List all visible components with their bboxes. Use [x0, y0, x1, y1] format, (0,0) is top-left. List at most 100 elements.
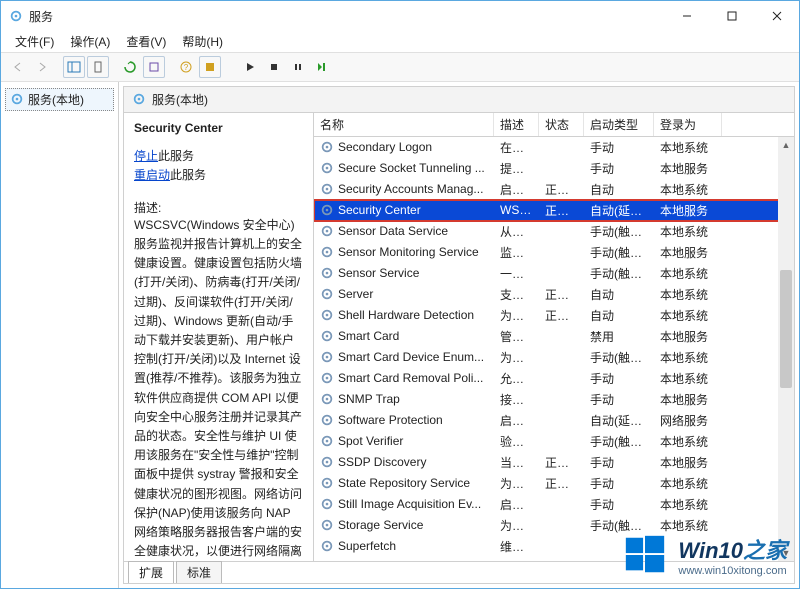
service-row[interactable]: SNMP Trap接收...手动本地服务 [314, 389, 794, 410]
service-startup: 自动(延迟... [584, 202, 654, 219]
right-header-title: 服务(本地) [152, 91, 208, 108]
service-name: Security Accounts Manag... [338, 182, 483, 196]
scroll-down-icon[interactable]: ▼ [778, 545, 794, 561]
back-button[interactable] [7, 56, 29, 78]
service-desc: 管理... [494, 328, 539, 345]
service-logon: 本地系统 [654, 181, 722, 198]
service-logon: 本地系统 [654, 307, 722, 324]
service-row[interactable]: Secure Socket Tunneling ...提供...手动本地服务 [314, 158, 794, 179]
gear-icon [10, 92, 24, 106]
service-row[interactable]: State Repository Service为应...正在...手动本地系统 [314, 473, 794, 494]
scroll-thumb[interactable] [780, 270, 792, 388]
service-startup: 自动 [584, 307, 654, 324]
service-desc: 为给... [494, 349, 539, 366]
service-startup: 自动 [584, 286, 654, 303]
export-list-button[interactable] [87, 56, 109, 78]
col-name[interactable]: 名称 [314, 113, 494, 136]
restart-link[interactable]: 重启动 [134, 168, 170, 182]
service-row[interactable]: Smart Card Removal Poli...允许...手动本地系统 [314, 368, 794, 389]
service-logon: 本地系统 [654, 517, 722, 534]
service-row[interactable]: Superfetch维护... [314, 536, 794, 557]
service-logon: 本地系统 [654, 496, 722, 513]
service-row[interactable]: Smart Card管理...禁用本地服务 [314, 326, 794, 347]
col-desc[interactable]: 描述 [494, 113, 539, 136]
service-row[interactable]: Smart Card Device Enum...为给...手动(触发...本地… [314, 347, 794, 368]
service-desc: 从各... [494, 223, 539, 240]
menu-action[interactable]: 操作(A) [64, 31, 116, 52]
show-hide-tree-button[interactable] [63, 56, 85, 78]
service-desc: 为应... [494, 475, 539, 492]
service-row[interactable]: Sensor Service一项...手动(触发...本地系统 [314, 263, 794, 284]
service-row[interactable]: Sensor Data Service从各...手动(触发...本地系统 [314, 221, 794, 242]
gear-icon [320, 224, 334, 238]
pause-service-button[interactable] [287, 56, 309, 78]
service-startup: 自动 [584, 181, 654, 198]
service-row[interactable]: Storage Service为存...手动(触发...本地系统 [314, 515, 794, 536]
restart-service-button[interactable] [311, 56, 333, 78]
stop-service-button[interactable] [263, 56, 285, 78]
service-logon: 本地系统 [654, 370, 722, 387]
gear-icon [320, 287, 334, 301]
service-row[interactable]: Secondary Logon在不...手动本地系统 [314, 137, 794, 158]
help-button[interactable]: ? [175, 56, 197, 78]
menu-file[interactable]: 文件(F) [9, 31, 60, 52]
tab-standard[interactable]: 标准 [176, 561, 222, 583]
help2-button[interactable] [199, 56, 221, 78]
col-status[interactable]: 状态 [539, 113, 584, 136]
stop-suffix: 此服务 [158, 149, 194, 163]
service-row[interactable]: SSDP Discovery当发...正在...手动本地服务 [314, 452, 794, 473]
service-startup: 手动 [584, 496, 654, 513]
service-name: Secure Socket Tunneling ... [338, 161, 485, 175]
service-startup: 手动 [584, 139, 654, 156]
service-startup: 手动 [584, 475, 654, 492]
service-startup: 手动(触发... [584, 244, 654, 261]
scroll-up-icon[interactable]: ▲ [778, 137, 794, 153]
start-service-button[interactable] [239, 56, 261, 78]
service-logon: 本地服务 [654, 202, 722, 219]
gear-icon [320, 245, 334, 259]
col-logon[interactable]: 登录为 [654, 113, 722, 136]
service-row[interactable]: Spot Verifier验证...手动(触发...本地系统 [314, 431, 794, 452]
properties-button[interactable] [143, 56, 165, 78]
service-row[interactable]: Security Accounts Manag... 启动...正在...自动本地… [314, 179, 794, 200]
gear-icon [320, 476, 334, 490]
service-desc: 支持... [494, 286, 539, 303]
menu-view[interactable]: 查看(V) [120, 31, 172, 52]
close-button[interactable] [754, 1, 799, 31]
service-logon: 本地系统 [654, 286, 722, 303]
maximize-button[interactable] [709, 1, 754, 31]
service-row[interactable]: Server支持...正在...自动本地系统 [314, 284, 794, 305]
gear-icon [320, 350, 334, 364]
menu-help[interactable]: 帮助(H) [176, 31, 229, 52]
right-header: 服务(本地) [124, 87, 794, 113]
service-name: Still Image Acquisition Ev... [338, 497, 481, 511]
service-desc: 启动... [494, 181, 539, 198]
service-status: 正在... [539, 286, 584, 303]
service-logon: 本地服务 [654, 244, 722, 261]
service-row[interactable]: Software Protection启用...自动(延迟...网络服务 [314, 410, 794, 431]
window-title: 服务 [29, 8, 53, 25]
col-startup[interactable]: 启动类型 [584, 113, 654, 136]
service-row[interactable]: Security CenterWSC...正在...自动(延迟...本地服务 [314, 200, 794, 221]
service-status: 正在... [539, 307, 584, 324]
service-status: 正在... [539, 181, 584, 198]
service-name: Secondary Logon [338, 140, 432, 154]
stop-link[interactable]: 停止 [134, 149, 158, 163]
titlebar: 服务 [1, 1, 799, 31]
service-row[interactable]: Shell Hardware Detection为自...正在...自动本地系统 [314, 305, 794, 326]
tab-extended[interactable]: 扩展 [128, 561, 174, 583]
forward-button[interactable] [31, 56, 53, 78]
service-row[interactable]: Still Image Acquisition Ev...启动...手动本地系统 [314, 494, 794, 515]
refresh-button[interactable] [119, 56, 141, 78]
gear-icon [320, 413, 334, 427]
service-startup: 手动(触发... [584, 265, 654, 282]
tree-root-services-local[interactable]: 服务(本地) [5, 88, 114, 111]
service-desc: 启用... [494, 412, 539, 429]
service-rows: Secondary Logon在不...手动本地系统Secure Socket … [314, 137, 794, 561]
vertical-scrollbar[interactable]: ▲ ▼ [778, 137, 794, 561]
service-row[interactable]: Sensor Monitoring Service监视...手动(触发...本地… [314, 242, 794, 263]
service-logon: 本地服务 [654, 160, 722, 177]
console-tree: 服务(本地) [1, 82, 119, 588]
minimize-button[interactable] [664, 1, 709, 31]
service-name: Storage Service [338, 518, 423, 532]
